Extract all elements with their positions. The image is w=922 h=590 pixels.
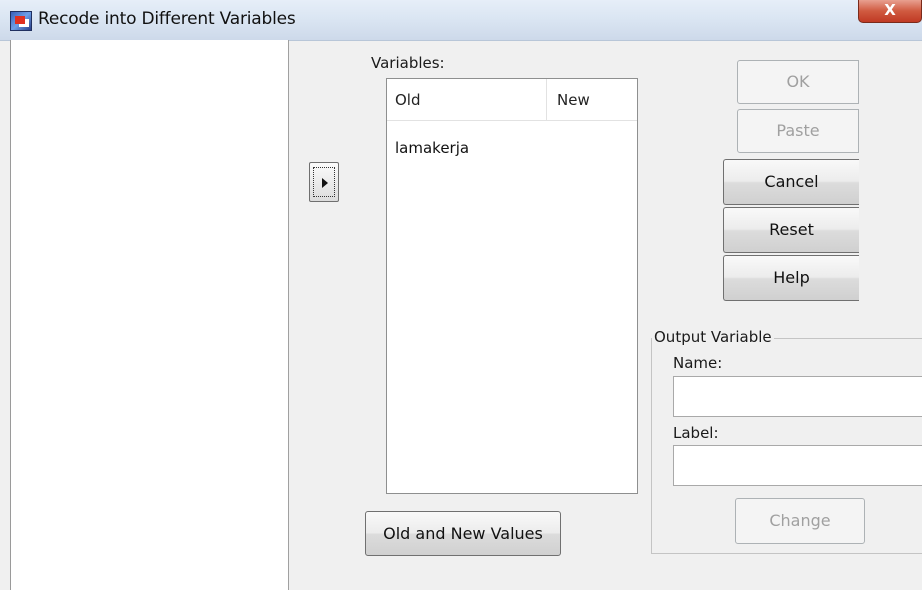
title-bar: Recode into Different Variables X — [0, 0, 922, 41]
variables-listbox[interactable]: Old New lamakerja — [386, 78, 638, 494]
column-header-old[interactable]: Old — [387, 79, 547, 121]
label-label: Label: — [673, 424, 719, 442]
name-label: Name: — [673, 354, 723, 372]
change-button[interactable]: Change — [735, 498, 865, 544]
paste-button[interactable]: Paste — [737, 109, 859, 153]
right-arrow-icon — [322, 178, 328, 188]
variable-row-old-value[interactable]: lamakerja — [395, 139, 469, 157]
app-icon — [10, 11, 32, 31]
window-title: Recode into Different Variables — [38, 9, 296, 29]
reset-button[interactable]: Reset — [723, 207, 859, 253]
move-variable-button[interactable] — [309, 162, 339, 202]
label-input[interactable] — [673, 445, 922, 486]
name-input[interactable] — [673, 376, 922, 417]
source-variable-list[interactable] — [10, 40, 289, 590]
old-and-new-values-button[interactable]: Old and New Values — [365, 511, 561, 556]
cancel-button[interactable]: Cancel — [723, 159, 859, 205]
ok-button[interactable]: OK — [737, 60, 859, 104]
output-variable-legend: Output Variable — [652, 328, 774, 346]
close-button[interactable]: X — [858, 0, 922, 23]
column-header-new[interactable]: New — [547, 79, 637, 121]
variables-label: Variables: — [371, 54, 445, 72]
help-button[interactable]: Help — [723, 255, 859, 301]
